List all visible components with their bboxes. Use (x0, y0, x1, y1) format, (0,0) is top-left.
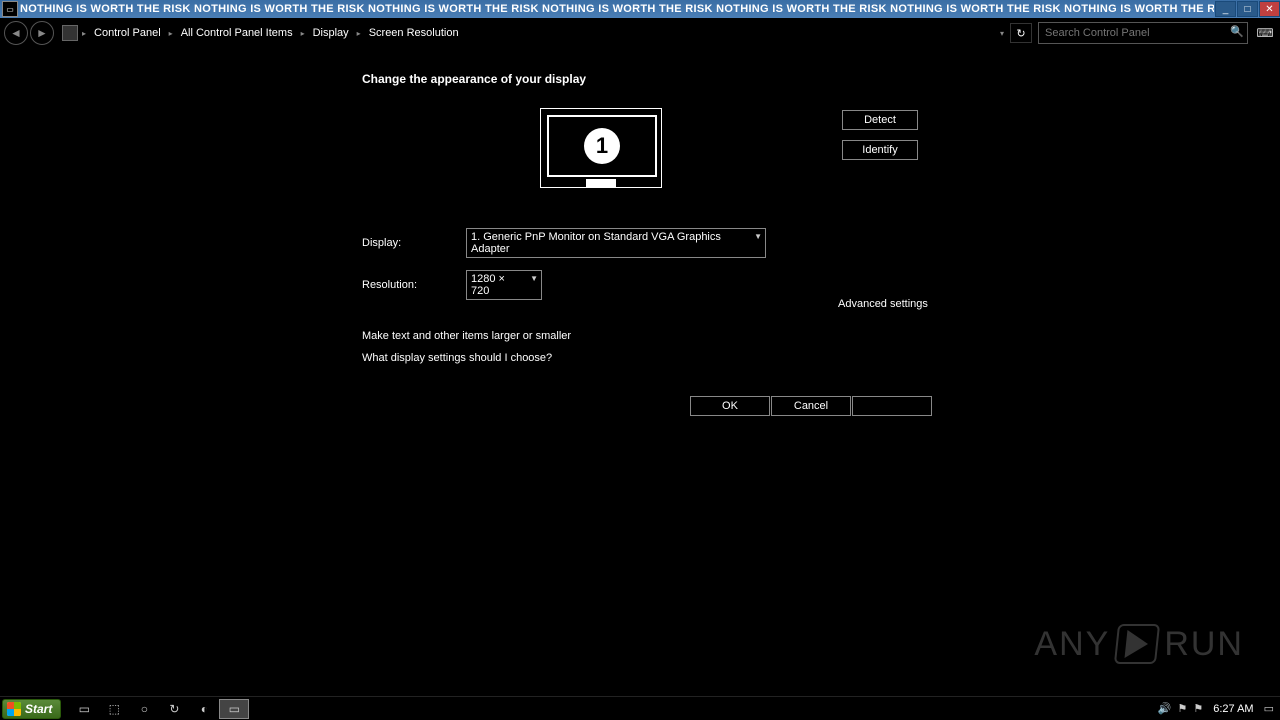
ok-button[interactable]: OK (690, 396, 770, 416)
watermark-text-left: ANY (1034, 625, 1110, 664)
display-label: Display: (362, 237, 466, 249)
detect-button[interactable]: Detect (842, 110, 918, 130)
chevron-right-icon: ▸ (301, 29, 305, 38)
tray-icon[interactable]: ⚑ (1193, 702, 1203, 715)
show-desktop-icon[interactable]: ▭ (69, 699, 99, 719)
resolution-dropdown-value: 1280 × 720 (471, 273, 505, 297)
maximize-button[interactable]: □ (1237, 1, 1258, 17)
control-panel-icon (62, 25, 78, 41)
forward-button[interactable]: ► (30, 21, 54, 45)
breadcrumb-control-panel[interactable]: Control Panel (90, 25, 165, 41)
identify-button[interactable]: Identify (842, 140, 918, 160)
quicklaunch-icon[interactable]: ↻ (159, 699, 189, 719)
start-button[interactable]: Start (2, 699, 61, 719)
monitor-icon: 1 (547, 115, 657, 177)
chevron-right-icon: ▸ (357, 29, 361, 38)
help-link[interactable]: What display settings should I choose? (362, 352, 571, 364)
text-size-link[interactable]: Make text and other items larger or smal… (362, 330, 571, 342)
windows-logo-icon (7, 702, 21, 716)
tray-icon[interactable]: ▭ (1264, 702, 1274, 715)
monitor-stand-icon (586, 179, 616, 187)
display-dropdown-value: 1. Generic PnP Monitor on Standard VGA G… (471, 231, 721, 255)
quicklaunch-icon[interactable]: ◐ (189, 699, 219, 719)
app-icon: ▭ (2, 1, 18, 17)
chevron-down-icon: ▼ (754, 232, 762, 241)
chevron-right-icon: ▸ (169, 29, 173, 38)
minimize-button[interactable]: _ (1215, 1, 1236, 17)
tray-icon[interactable]: ⚑ (1177, 702, 1187, 715)
chevron-down-icon: ▼ (530, 274, 538, 283)
tray-icon[interactable]: 🔊 (1158, 702, 1172, 715)
breadcrumb-display[interactable]: Display (309, 25, 353, 41)
taskbar-app-active[interactable]: ▭ (219, 699, 249, 719)
play-icon (1114, 624, 1160, 664)
window-titlebar: ▭ NOTHING IS WORTH THE RISK NOTHING IS W… (0, 0, 1280, 18)
watermark-text-right: RUN (1164, 625, 1244, 664)
resolution-dropdown[interactable]: 1280 × 720 ▼ (466, 270, 542, 300)
clock[interactable]: 6:27 AM (1213, 703, 1253, 715)
toolbar: ◄ ► ▸ Control Panel ▸ All Control Panel … (0, 18, 1280, 48)
refresh-icon[interactable]: ↻ (1010, 23, 1032, 43)
breadcrumb: ▸ Control Panel ▸ All Control Panel Item… (62, 25, 1010, 41)
resolution-label: Resolution: (362, 279, 466, 291)
breadcrumb-all-items[interactable]: All Control Panel Items (177, 25, 297, 41)
keyboard-icon[interactable]: ⌨ (1254, 23, 1276, 43)
cancel-button[interactable]: Cancel (771, 396, 851, 416)
close-button[interactable]: ✕ (1259, 1, 1280, 17)
search-input[interactable] (1038, 22, 1248, 44)
quicklaunch-icon[interactable]: ○ (129, 699, 159, 719)
monitor-number: 1 (584, 128, 620, 164)
display-preview[interactable]: 1 (540, 108, 662, 188)
advanced-settings-link[interactable]: Advanced settings (838, 298, 928, 310)
taskbar: Start ▭ ⬚ ○ ↻ ◐ ▭ 🔊 ⚑ ⚑ 6:27 AM ▭ (0, 696, 1280, 720)
page-title: Change the appearance of your display (362, 72, 942, 86)
search-icon: 🔍 (1230, 25, 1244, 38)
back-button[interactable]: ◄ (4, 21, 28, 45)
breadcrumb-screen-resolution[interactable]: Screen Resolution (365, 25, 463, 41)
chevron-right-icon: ▸ (82, 29, 86, 38)
breadcrumb-dropdown-icon[interactable]: ▾ (1000, 29, 1004, 38)
watermark: ANY RUN (1034, 624, 1244, 664)
display-dropdown[interactable]: 1. Generic PnP Monitor on Standard VGA G… (466, 228, 766, 258)
start-label: Start (25, 702, 52, 716)
window-title: NOTHING IS WORTH THE RISK NOTHING IS WOR… (20, 3, 1214, 15)
quicklaunch-icon[interactable]: ⬚ (99, 699, 129, 719)
apply-button[interactable]: Apply (852, 396, 932, 416)
